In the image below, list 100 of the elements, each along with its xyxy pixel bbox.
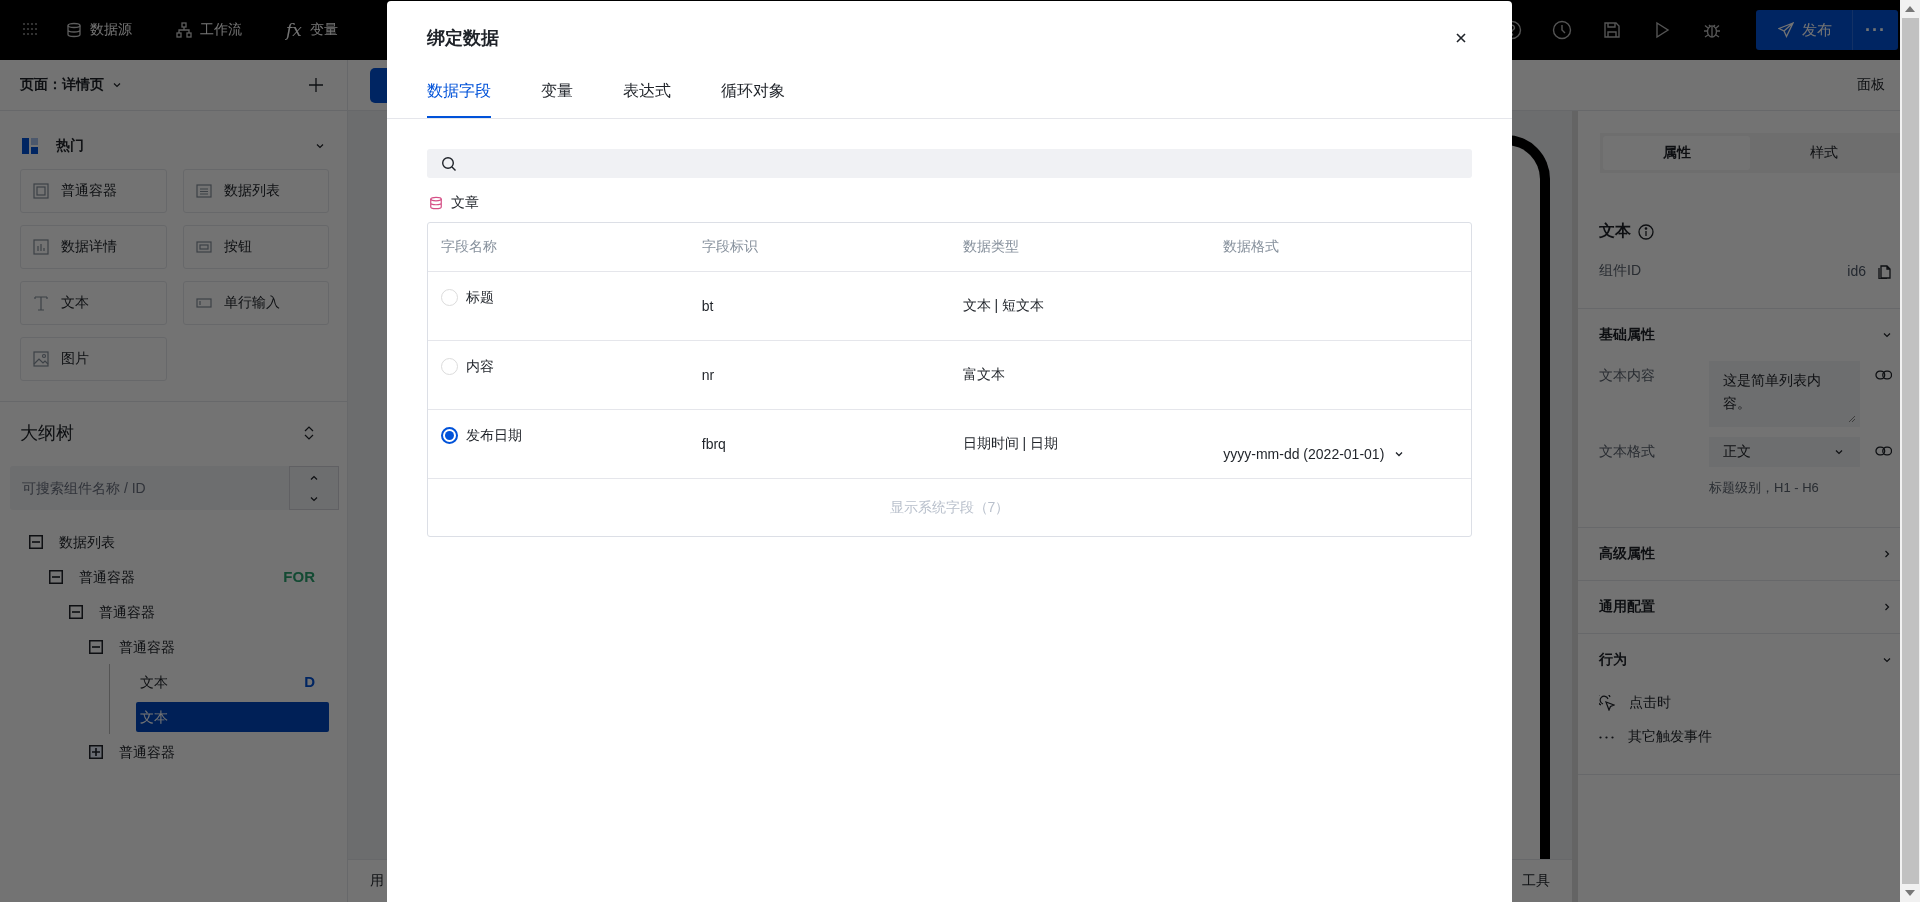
source-name: 文章 (451, 194, 479, 212)
chevron-icon[interactable] (1882, 549, 1892, 559)
collapse-icon[interactable] (29, 534, 43, 549)
component-title: 文本 (1599, 221, 1631, 241)
chevron-icon[interactable] (1882, 602, 1892, 612)
save-icon[interactable] (1602, 20, 1622, 40)
toolbar-label[interactable]: 用 (370, 872, 384, 890)
toolbar-label[interactable]: 工具 (1522, 872, 1550, 890)
section-title[interactable]: 基础属性 (1599, 326, 1655, 344)
table-cell: 日期时间 | 日期 (962, 435, 1058, 453)
more-icon (1599, 735, 1614, 739)
link-icon[interactable] (1874, 370, 1892, 380)
more-button[interactable]: ··· (1853, 10, 1898, 50)
search-icon (441, 155, 457, 172)
database-icon (429, 196, 443, 210)
scroll-down-icon[interactable] (1905, 890, 1915, 896)
cursor-click-icon (1599, 695, 1615, 711)
image-icon (33, 351, 49, 367)
radio-button[interactable] (441, 427, 458, 444)
clock-icon[interactable] (1552, 20, 1572, 40)
component-card[interactable]: 数据详情 (20, 225, 167, 269)
database-icon (66, 22, 82, 38)
select-field[interactable]: 正文 (1709, 437, 1860, 467)
component-id: id6 (1847, 263, 1866, 279)
info-icon[interactable] (1638, 223, 1654, 240)
category-title: 热门 (56, 137, 85, 155)
chevron-icon[interactable] (1882, 330, 1892, 340)
section-title[interactable]: 行为 (1599, 651, 1627, 669)
tab[interactable]: 数据字段 (427, 81, 491, 118)
component-card[interactable]: 单行输入 (183, 281, 329, 325)
caret-icon (1394, 449, 1405, 459)
event-label[interactable]: 点击时 (1629, 694, 1671, 712)
dialog-title: 绑定数据 (427, 27, 499, 50)
column-header: 字段名称 (440, 238, 498, 256)
collapse-icon[interactable] (89, 639, 103, 654)
tree-item[interactable]: 普通容器 (75, 561, 280, 592)
list-icon (196, 183, 212, 199)
component-card[interactable]: 图片 (20, 337, 167, 381)
category-icon (22, 138, 38, 154)
component-card[interactable]: 文本 (20, 281, 167, 325)
tab[interactable]: 样式 (1750, 136, 1897, 170)
column-header: 数据格式 (1222, 238, 1281, 256)
nav-button[interactable]: 工作流 (176, 21, 242, 39)
section-title[interactable]: 通用配置 (1599, 598, 1655, 616)
component-card[interactable]: 数据列表 (183, 169, 329, 213)
section-title[interactable]: 高级属性 (1599, 545, 1655, 563)
chevron-icon[interactable] (1882, 655, 1892, 665)
caret-icon (112, 80, 122, 90)
component-card[interactable]: 普通容器 (20, 169, 167, 213)
page-selector[interactable]: 页面：详情页 (20, 76, 122, 94)
tree-item[interactable]: 文本 (136, 701, 329, 732)
chevron-icon[interactable] (315, 141, 325, 151)
column-header: 字段标识 (700, 238, 759, 256)
field-label: 组件ID (1599, 262, 1641, 280)
input-icon (196, 295, 212, 311)
nav-button[interactable]: fx 变量 (286, 20, 338, 40)
resize-grip-icon[interactable] (1847, 415, 1856, 423)
tab[interactable]: 循环对象 (721, 81, 785, 118)
component-card[interactable]: 按钮 (183, 225, 329, 269)
table-cell: 内容 (466, 358, 494, 376)
text-area[interactable]: 这是简单列表内容。 (1709, 361, 1860, 427)
search-field[interactable]: 可搜索组件名称 / ID (10, 466, 289, 510)
scroll-up-icon[interactable] (1905, 6, 1915, 12)
tree-item[interactable]: 普通容器 (115, 736, 329, 767)
copy-icon[interactable] (1876, 263, 1892, 279)
close-icon[interactable] (1455, 32, 1467, 44)
outline-title: 大纲树 (20, 422, 74, 445)
tree-item[interactable]: 普通容器 (95, 596, 329, 627)
text-icon (33, 295, 49, 311)
tab[interactable]: 表达式 (623, 81, 671, 118)
collapse-icon[interactable] (69, 604, 83, 619)
tree-item[interactable]: 数据列表 (55, 526, 329, 557)
table-cell: nr (701, 367, 715, 383)
tab[interactable]: 变量 (541, 81, 573, 118)
table-cell: fbrq (701, 436, 726, 452)
caret-icon (1833, 447, 1844, 457)
column-header: 数据类型 (961, 238, 1020, 256)
format-dropdown[interactable]: yyyy-mm-dd (2022-01-01) (1223, 446, 1405, 462)
panel-label[interactable]: 面板 (1857, 76, 1885, 94)
table-cell: 标题 (466, 289, 494, 307)
tree-item[interactable]: 文本 (136, 666, 301, 697)
event-label[interactable]: 其它触发事件 (1628, 728, 1712, 746)
sort-icon[interactable] (303, 425, 315, 441)
publish-button[interactable]: 发布 (1756, 10, 1853, 50)
collapse-icon[interactable] (49, 569, 63, 584)
nav-button[interactable]: 数据源 (66, 21, 132, 39)
add-icon[interactable] (309, 78, 323, 92)
scrollbar[interactable] (1900, 0, 1920, 902)
tab[interactable]: 属性 (1603, 136, 1750, 170)
field-label: 文本格式 (1599, 442, 1656, 461)
field-label: 文本内容 (1599, 366, 1656, 385)
tree-item[interactable]: 普通容器 (115, 631, 329, 662)
table-cell: 发布日期 (466, 427, 522, 445)
table-cell: 富文本 (962, 366, 1005, 384)
field-hint: 标题级别，H1 - H6 (1709, 479, 1820, 497)
expand-icon[interactable] (89, 744, 103, 759)
link-icon[interactable] (1874, 446, 1892, 456)
send-icon (1778, 22, 1794, 38)
search-field[interactable] (427, 149, 1472, 178)
table-cell: 文本 | 短文本 (962, 297, 1044, 315)
